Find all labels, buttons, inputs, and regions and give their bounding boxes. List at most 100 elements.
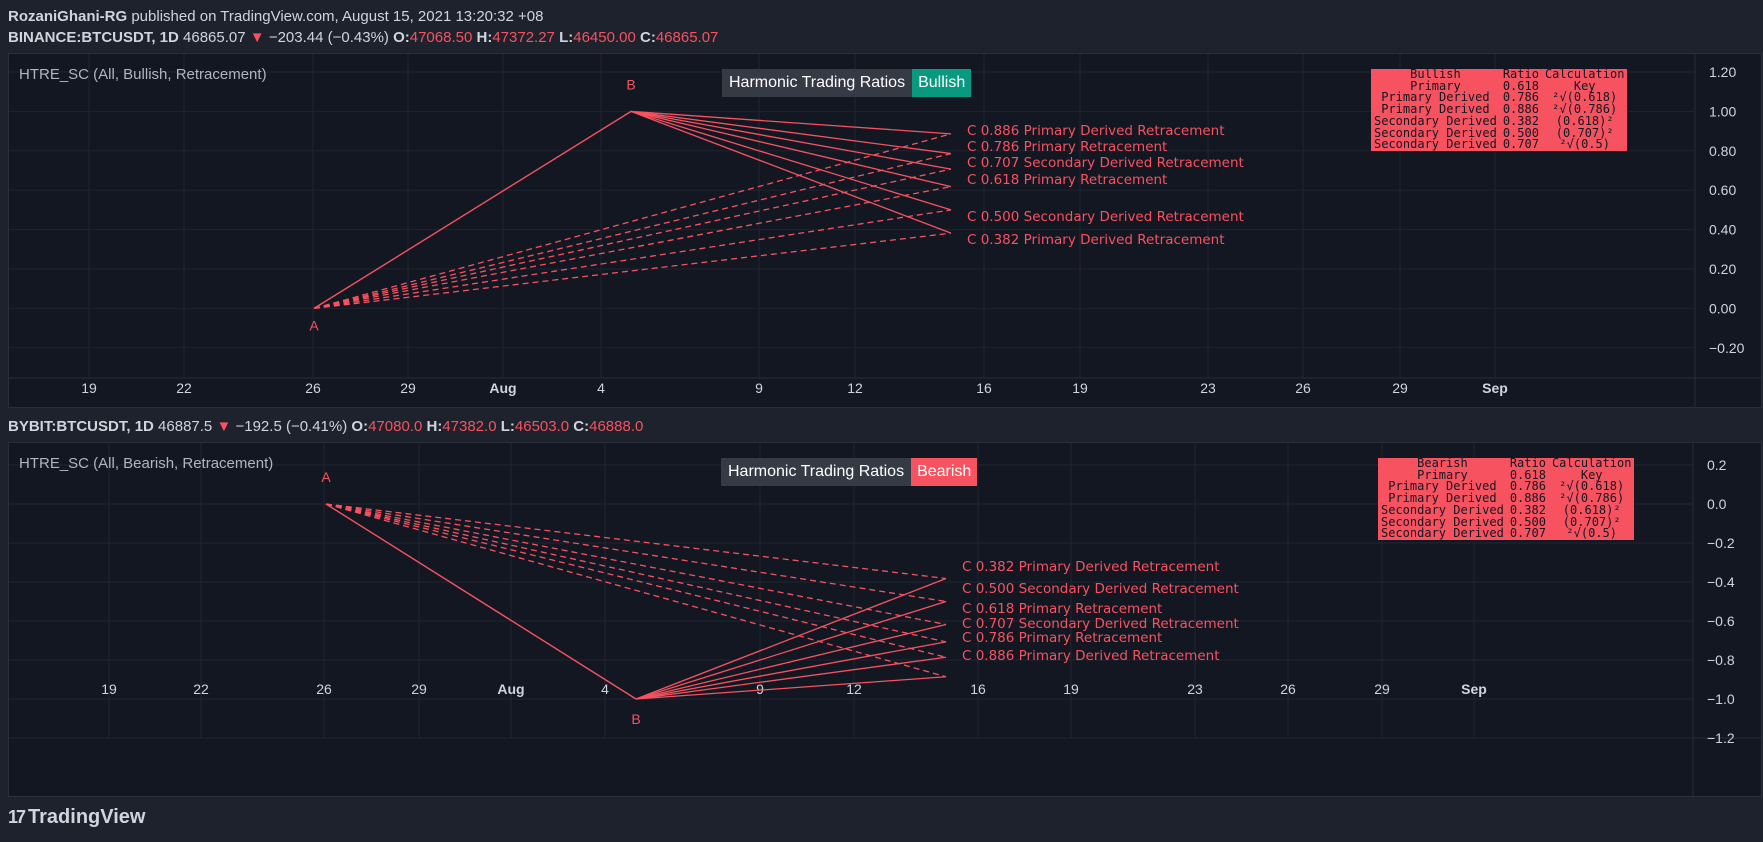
- point-a-label: A: [321, 469, 331, 485]
- c-level-label: C 0.382 Primary Derived Retracement: [962, 559, 1220, 575]
- x-tick-label: 9: [755, 380, 763, 396]
- chart-panel-bullish[interactable]: 1.20 1.00 0.80 0.60 0.40 0.20 0.00 −0.20 19 22 26 2…: [8, 53, 1762, 408]
- x-tick-label: 22: [176, 380, 192, 396]
- bc-leg-line: [635, 577, 947, 700]
- publish-info: RozaniGhani-RG published on TradingView.…: [8, 8, 543, 25]
- x-tick-label: Aug: [497, 681, 524, 697]
- tradingview-logo-icon: 17: [8, 807, 26, 827]
- brand-name: TradingView: [28, 806, 146, 828]
- x-tick-label: 29: [1392, 380, 1408, 396]
- x-tick-label: 22: [193, 681, 209, 697]
- indicator-label[interactable]: HTRE_SC (All, Bearish, Retracement): [19, 455, 273, 472]
- c-level-label: C 0.500 Secondary Derived Retracement: [967, 209, 1244, 225]
- tradingview-brand[interactable]: 17 TradingView: [8, 806, 145, 829]
- down-arrow-icon: ▼: [216, 418, 232, 435]
- table-cell: Secondary Derived: [1381, 526, 1504, 541]
- table-cell: Secondary Derived: [1374, 137, 1497, 152]
- c-level-label: C 0.618 Primary Retracement: [967, 172, 1167, 188]
- table-row: Secondary Derived 0.707 ²√(0.5): [1371, 137, 1627, 152]
- interval: 1D: [159, 29, 179, 46]
- y-tick-label: 0.00: [1709, 300, 1736, 316]
- low-value: 46450.00: [573, 29, 636, 46]
- x-tick-label: 16: [970, 681, 986, 697]
- symbol-name[interactable]: BYBIT:BTCUSDT: [8, 418, 126, 435]
- table-cell: ²√(0.5): [1566, 526, 1617, 541]
- bc-leg-line: [630, 110, 952, 155]
- symbol-line-2: BYBIT:BTCUSDT, 1D 46887.5 ▼ −192.5 (−0.4…: [8, 418, 644, 435]
- c-level-label: C 0.618 Primary Retracement: [962, 601, 1162, 617]
- last-price: 46887.5: [158, 418, 213, 435]
- y-tick-label: 0.2: [1707, 457, 1727, 473]
- high-value: 47372.27: [492, 29, 555, 46]
- close-label: C:: [640, 29, 656, 46]
- y-tick-label: −1.0: [1707, 691, 1735, 707]
- y-tick-label: −0.20: [1709, 340, 1745, 356]
- x-tick-label: 9: [756, 681, 764, 697]
- interval: 1D: [134, 418, 154, 435]
- y-tick-label: 0.20: [1709, 261, 1736, 277]
- down-arrow-icon: ▼: [249, 29, 265, 46]
- x-tick-label: 26: [1280, 681, 1296, 697]
- ratio-table: Bearish Ratio Calculation Primary 0.618 Ke…: [1378, 457, 1635, 541]
- point-b-label: B: [626, 76, 635, 92]
- bias-badge: Bullish: [912, 69, 972, 97]
- open-label: O:: [351, 418, 369, 435]
- low-label: L:: [500, 418, 515, 435]
- publish-text: published on TradingView.com, August 15,…: [131, 8, 544, 25]
- price-change: −192.5 (−0.41%): [235, 418, 348, 435]
- point-a-label: A: [309, 317, 319, 333]
- close-label: C:: [573, 418, 590, 435]
- x-tick-label: 23: [1200, 380, 1216, 396]
- ratio-table: Bullish Ratio Calculation Primary 0.618 Ke…: [1371, 68, 1628, 152]
- x-tick-label: 4: [601, 681, 609, 697]
- c-level-label: C 0.886 Primary Derived Retracement: [967, 123, 1225, 139]
- x-tick-label: Sep: [1482, 380, 1508, 396]
- point-b-label: B: [631, 711, 640, 727]
- ratios-title-box: Harmonic Trading Ratios Bullish: [722, 69, 972, 97]
- y-tick-label: 1.00: [1709, 103, 1736, 119]
- y-tick-label: 0.40: [1709, 222, 1736, 238]
- table-cell: 0.707: [1509, 526, 1546, 541]
- y-tick-label: −1.2: [1707, 730, 1735, 746]
- x-tick-label: 12: [847, 380, 863, 396]
- close-value: 46888.0: [589, 418, 644, 435]
- x-tick-label: 26: [316, 681, 332, 697]
- x-tick-label: 4: [597, 380, 605, 396]
- author-name[interactable]: RozaniGhani-RG: [8, 8, 127, 25]
- x-tick-label: 29: [411, 681, 427, 697]
- y-tick-label: −0.6: [1707, 613, 1735, 629]
- high-label: H:: [426, 418, 443, 435]
- x-tick-label: 26: [1295, 380, 1311, 396]
- x-tick-label: 29: [1374, 681, 1390, 697]
- y-tick-label: −0.4: [1707, 574, 1735, 590]
- x-tick-label: 19: [1072, 380, 1088, 396]
- x-tick-label: Sep: [1461, 681, 1487, 697]
- c-level-label: C 0.786 Primary Retracement: [962, 630, 1162, 646]
- ratios-title-box: Harmonic Trading Ratios Bearish: [721, 458, 978, 486]
- y-tick-label: −0.2: [1707, 535, 1735, 551]
- c-level-label: C 0.500 Secondary Derived Retracement: [962, 581, 1239, 597]
- open-value: 47068.50: [409, 29, 473, 46]
- ratios-title: Harmonic Trading Ratios: [721, 458, 912, 486]
- y-tick-label: 0.0: [1707, 496, 1727, 512]
- y-tick-label: 1.20: [1709, 64, 1736, 80]
- y-tick-label: −0.8: [1707, 652, 1735, 668]
- c-level-label: C 0.382 Primary Derived Retracement: [967, 232, 1225, 248]
- c-level-label: C 0.707 Secondary Derived Retracement: [967, 155, 1244, 171]
- x-tick-label: 19: [81, 380, 97, 396]
- table-cell: 0.707: [1502, 137, 1539, 152]
- high-value: 47382.0: [442, 418, 497, 435]
- bias-badge: Bearish: [911, 458, 978, 486]
- ab-leg-line: [313, 110, 632, 309]
- indicator-label[interactable]: HTRE_SC (All, Bullish, Retracement): [19, 66, 267, 83]
- low-value: 46503.0: [514, 418, 570, 435]
- symbol-name[interactable]: BINANCE:BTCUSDT: [8, 29, 151, 46]
- x-tick-label: 19: [101, 681, 117, 697]
- last-price: 46865.07: [183, 29, 246, 46]
- chart-panel-bearish[interactable]: 0.2 0.0 −0.2 −0.4 −0.6 −0.8 −1.0 −1.2 19 22 26 29 Au…: [8, 442, 1762, 797]
- x-tick-label: 23: [1187, 681, 1203, 697]
- x-tick-label: 16: [976, 380, 992, 396]
- high-label: H:: [476, 29, 493, 46]
- table-row: Secondary Derived 0.707 ²√(0.5): [1378, 526, 1634, 541]
- x-tick-label: 26: [305, 380, 321, 396]
